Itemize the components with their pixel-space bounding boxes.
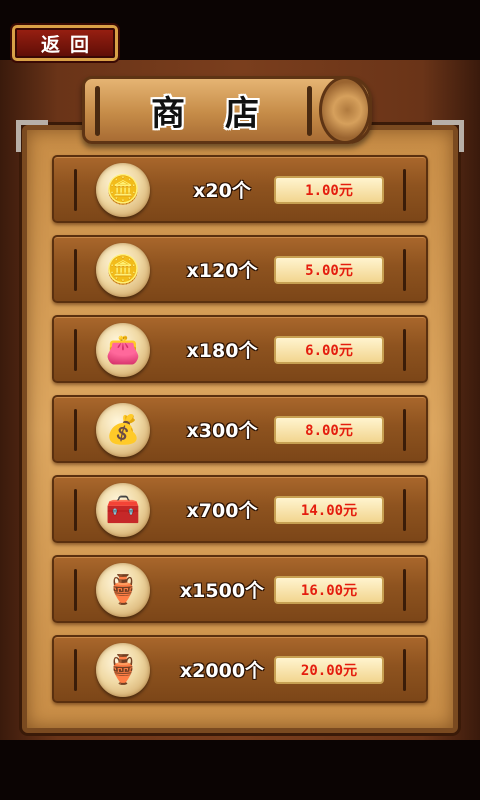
panel-corner-left	[16, 120, 48, 152]
shop-row[interactable]: 💰 x300个 8.00元	[52, 395, 428, 463]
item-quantity: x120个	[186, 259, 258, 282]
shop-row[interactable]: 🪙 x120个 5.00元	[52, 235, 428, 303]
shop-row[interactable]: 🏺 x1500个 16.00元	[52, 555, 428, 623]
row-handle	[403, 489, 406, 531]
row-handle	[74, 329, 77, 371]
price-button[interactable]: 16.00元	[274, 576, 384, 604]
row-handle	[74, 249, 77, 291]
item-quantity: x700个	[186, 499, 258, 522]
title-plank: 商店	[82, 76, 372, 144]
price-button[interactable]: 20.00元	[274, 656, 384, 684]
row-handle	[74, 489, 77, 531]
shop-list: 🪙 x20个 1.00元 🪙 x120个 5.00元 👛 x180个 6.00元…	[52, 155, 428, 715]
price-button[interactable]: 14.00元	[274, 496, 384, 524]
row-handle	[403, 169, 406, 211]
gold-cauldron-icon: 🏺	[96, 643, 150, 697]
row-handle	[74, 409, 77, 451]
coin-sack-icon: 💰	[96, 403, 150, 457]
shop-row[interactable]: 👛 x180个 6.00元	[52, 315, 428, 383]
row-handle	[403, 569, 406, 611]
bottom-bar	[0, 740, 480, 800]
row-handle	[74, 649, 77, 691]
row-handle	[74, 169, 77, 211]
price-button[interactable]: 1.00元	[274, 176, 384, 204]
coin-bag-icon: 👛	[96, 323, 150, 377]
item-quantity: x300个	[186, 419, 258, 442]
page-title: 商店	[151, 93, 299, 134]
price-button[interactable]: 6.00元	[274, 336, 384, 364]
row-handle	[403, 249, 406, 291]
price-button[interactable]: 5.00元	[274, 256, 384, 284]
item-quantity: x180个	[186, 339, 258, 362]
treasure-chest-icon: 🧰	[96, 483, 150, 537]
shop-row[interactable]: 🪙 x20个 1.00元	[52, 155, 428, 223]
item-quantity: x20个	[193, 179, 251, 202]
gold-pot-icon: 🏺	[96, 563, 150, 617]
row-handle	[403, 329, 406, 371]
row-handle	[74, 569, 77, 611]
plank-scroll-roll	[319, 76, 371, 144]
item-quantity: x2000个	[179, 659, 265, 682]
item-quantity: x1500个	[179, 579, 265, 602]
coin-stack-icon: 🪙	[96, 163, 150, 217]
shop-row[interactable]: 🧰 x700个 14.00元	[52, 475, 428, 543]
row-handle	[403, 649, 406, 691]
back-button[interactable]: 返回	[12, 25, 118, 61]
panel-corner-right	[432, 120, 464, 152]
coin-stacks-icon: 🪙	[96, 243, 150, 297]
row-handle	[403, 409, 406, 451]
shop-row[interactable]: 🏺 x2000个 20.00元	[52, 635, 428, 703]
price-button[interactable]: 8.00元	[274, 416, 384, 444]
